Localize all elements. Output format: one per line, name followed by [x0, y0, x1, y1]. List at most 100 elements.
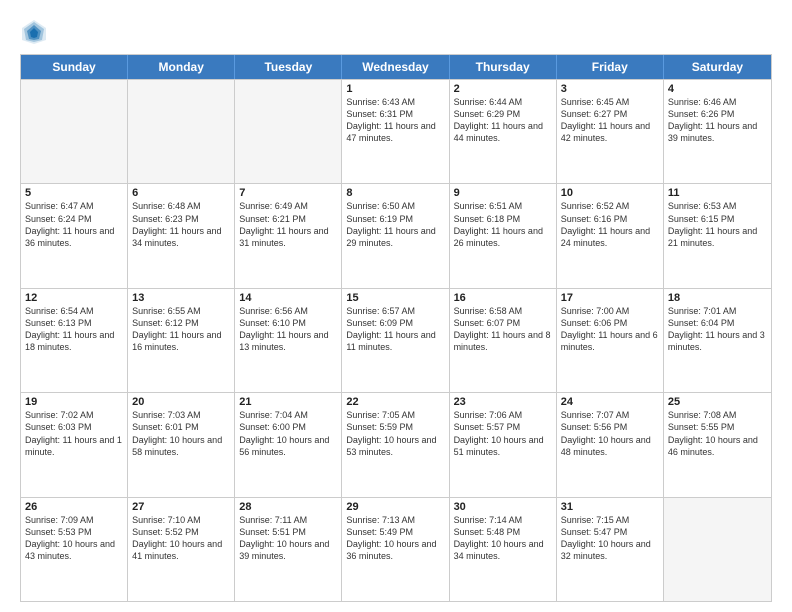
day-number: 23: [454, 396, 552, 408]
logo: [20, 18, 52, 46]
header-cell-saturday: Saturday: [664, 55, 771, 79]
day-number: 5: [25, 187, 123, 199]
header-cell-tuesday: Tuesday: [235, 55, 342, 79]
day-info: Sunrise: 6:53 AM Sunset: 6:15 PM Dayligh…: [668, 200, 767, 249]
cal-cell-24: 24Sunrise: 7:07 AM Sunset: 5:56 PM Dayli…: [557, 393, 664, 496]
cal-cell-6: 6Sunrise: 6:48 AM Sunset: 6:23 PM Daylig…: [128, 184, 235, 287]
day-info: Sunrise: 6:48 AM Sunset: 6:23 PM Dayligh…: [132, 200, 230, 249]
day-number: 28: [239, 501, 337, 513]
cal-cell-5: 5Sunrise: 6:47 AM Sunset: 6:24 PM Daylig…: [21, 184, 128, 287]
day-number: 31: [561, 501, 659, 513]
day-info: Sunrise: 6:57 AM Sunset: 6:09 PM Dayligh…: [346, 305, 444, 354]
day-info: Sunrise: 6:50 AM Sunset: 6:19 PM Dayligh…: [346, 200, 444, 249]
cal-cell-14: 14Sunrise: 6:56 AM Sunset: 6:10 PM Dayli…: [235, 289, 342, 392]
day-number: 3: [561, 83, 659, 95]
day-number: 17: [561, 292, 659, 304]
cal-cell-2: 2Sunrise: 6:44 AM Sunset: 6:29 PM Daylig…: [450, 80, 557, 183]
day-number: 4: [668, 83, 767, 95]
day-number: 21: [239, 396, 337, 408]
calendar: SundayMondayTuesdayWednesdayThursdayFrid…: [20, 54, 772, 602]
header: [20, 18, 772, 46]
day-number: 25: [668, 396, 767, 408]
cal-cell-12: 12Sunrise: 6:54 AM Sunset: 6:13 PM Dayli…: [21, 289, 128, 392]
cal-row: 19Sunrise: 7:02 AM Sunset: 6:03 PM Dayli…: [21, 392, 771, 496]
day-number: 6: [132, 187, 230, 199]
day-number: 9: [454, 187, 552, 199]
day-info: Sunrise: 6:58 AM Sunset: 6:07 PM Dayligh…: [454, 305, 552, 354]
day-number: 16: [454, 292, 552, 304]
day-info: Sunrise: 7:02 AM Sunset: 6:03 PM Dayligh…: [25, 409, 123, 458]
day-info: Sunrise: 6:46 AM Sunset: 6:26 PM Dayligh…: [668, 96, 767, 145]
cal-cell-10: 10Sunrise: 6:52 AM Sunset: 6:16 PM Dayli…: [557, 184, 664, 287]
day-number: 15: [346, 292, 444, 304]
day-number: 2: [454, 83, 552, 95]
day-info: Sunrise: 7:03 AM Sunset: 6:01 PM Dayligh…: [132, 409, 230, 458]
cal-cell-empty: [664, 498, 771, 601]
day-number: 20: [132, 396, 230, 408]
cal-cell-25: 25Sunrise: 7:08 AM Sunset: 5:55 PM Dayli…: [664, 393, 771, 496]
day-number: 8: [346, 187, 444, 199]
day-info: Sunrise: 7:15 AM Sunset: 5:47 PM Dayligh…: [561, 514, 659, 563]
day-number: 14: [239, 292, 337, 304]
cal-cell-17: 17Sunrise: 7:00 AM Sunset: 6:06 PM Dayli…: [557, 289, 664, 392]
cal-cell-8: 8Sunrise: 6:50 AM Sunset: 6:19 PM Daylig…: [342, 184, 449, 287]
cal-row: 1Sunrise: 6:43 AM Sunset: 6:31 PM Daylig…: [21, 79, 771, 183]
day-info: Sunrise: 7:13 AM Sunset: 5:49 PM Dayligh…: [346, 514, 444, 563]
calendar-header: SundayMondayTuesdayWednesdayThursdayFrid…: [21, 55, 771, 79]
cal-row: 5Sunrise: 6:47 AM Sunset: 6:24 PM Daylig…: [21, 183, 771, 287]
day-info: Sunrise: 6:56 AM Sunset: 6:10 PM Dayligh…: [239, 305, 337, 354]
cal-cell-empty: [21, 80, 128, 183]
header-cell-wednesday: Wednesday: [342, 55, 449, 79]
day-info: Sunrise: 7:05 AM Sunset: 5:59 PM Dayligh…: [346, 409, 444, 458]
day-info: Sunrise: 7:00 AM Sunset: 6:06 PM Dayligh…: [561, 305, 659, 354]
day-info: Sunrise: 6:45 AM Sunset: 6:27 PM Dayligh…: [561, 96, 659, 145]
day-number: 29: [346, 501, 444, 513]
day-info: Sunrise: 6:49 AM Sunset: 6:21 PM Dayligh…: [239, 200, 337, 249]
day-number: 10: [561, 187, 659, 199]
day-info: Sunrise: 6:43 AM Sunset: 6:31 PM Dayligh…: [346, 96, 444, 145]
day-number: 26: [25, 501, 123, 513]
logo-icon: [20, 18, 48, 46]
day-info: Sunrise: 7:06 AM Sunset: 5:57 PM Dayligh…: [454, 409, 552, 458]
cal-cell-29: 29Sunrise: 7:13 AM Sunset: 5:49 PM Dayli…: [342, 498, 449, 601]
header-cell-thursday: Thursday: [450, 55, 557, 79]
day-number: 24: [561, 396, 659, 408]
cal-cell-22: 22Sunrise: 7:05 AM Sunset: 5:59 PM Dayli…: [342, 393, 449, 496]
day-number: 22: [346, 396, 444, 408]
cal-cell-9: 9Sunrise: 6:51 AM Sunset: 6:18 PM Daylig…: [450, 184, 557, 287]
cal-cell-3: 3Sunrise: 6:45 AM Sunset: 6:27 PM Daylig…: [557, 80, 664, 183]
day-info: Sunrise: 7:08 AM Sunset: 5:55 PM Dayligh…: [668, 409, 767, 458]
cal-cell-23: 23Sunrise: 7:06 AM Sunset: 5:57 PM Dayli…: [450, 393, 557, 496]
day-number: 13: [132, 292, 230, 304]
day-number: 1: [346, 83, 444, 95]
day-number: 11: [668, 187, 767, 199]
cal-cell-4: 4Sunrise: 6:46 AM Sunset: 6:26 PM Daylig…: [664, 80, 771, 183]
day-info: Sunrise: 7:10 AM Sunset: 5:52 PM Dayligh…: [132, 514, 230, 563]
day-info: Sunrise: 7:11 AM Sunset: 5:51 PM Dayligh…: [239, 514, 337, 563]
cal-cell-16: 16Sunrise: 6:58 AM Sunset: 6:07 PM Dayli…: [450, 289, 557, 392]
day-info: Sunrise: 6:55 AM Sunset: 6:12 PM Dayligh…: [132, 305, 230, 354]
page: SundayMondayTuesdayWednesdayThursdayFrid…: [0, 0, 792, 612]
day-info: Sunrise: 7:14 AM Sunset: 5:48 PM Dayligh…: [454, 514, 552, 563]
cal-cell-26: 26Sunrise: 7:09 AM Sunset: 5:53 PM Dayli…: [21, 498, 128, 601]
day-number: 30: [454, 501, 552, 513]
cal-cell-empty: [235, 80, 342, 183]
cal-cell-11: 11Sunrise: 6:53 AM Sunset: 6:15 PM Dayli…: [664, 184, 771, 287]
cal-cell-18: 18Sunrise: 7:01 AM Sunset: 6:04 PM Dayli…: [664, 289, 771, 392]
day-info: Sunrise: 7:04 AM Sunset: 6:00 PM Dayligh…: [239, 409, 337, 458]
cal-row: 26Sunrise: 7:09 AM Sunset: 5:53 PM Dayli…: [21, 497, 771, 601]
cal-cell-empty: [128, 80, 235, 183]
day-number: 12: [25, 292, 123, 304]
day-number: 7: [239, 187, 337, 199]
day-number: 27: [132, 501, 230, 513]
header-cell-sunday: Sunday: [21, 55, 128, 79]
cal-row: 12Sunrise: 6:54 AM Sunset: 6:13 PM Dayli…: [21, 288, 771, 392]
cal-cell-15: 15Sunrise: 6:57 AM Sunset: 6:09 PM Dayli…: [342, 289, 449, 392]
cal-cell-7: 7Sunrise: 6:49 AM Sunset: 6:21 PM Daylig…: [235, 184, 342, 287]
header-cell-monday: Monday: [128, 55, 235, 79]
day-info: Sunrise: 7:09 AM Sunset: 5:53 PM Dayligh…: [25, 514, 123, 563]
cal-cell-31: 31Sunrise: 7:15 AM Sunset: 5:47 PM Dayli…: [557, 498, 664, 601]
day-info: Sunrise: 7:01 AM Sunset: 6:04 PM Dayligh…: [668, 305, 767, 354]
day-info: Sunrise: 6:54 AM Sunset: 6:13 PM Dayligh…: [25, 305, 123, 354]
day-number: 19: [25, 396, 123, 408]
